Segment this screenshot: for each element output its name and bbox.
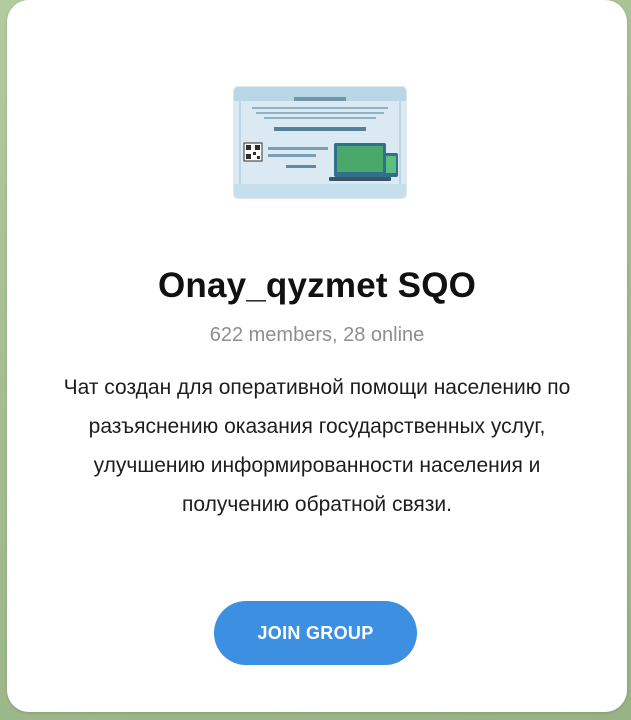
group-preview-card: Onay_qyzmet SQO 622 members, 28 online Ч… — [7, 0, 627, 712]
group-avatar — [234, 87, 406, 198]
join-group-button[interactable]: JOIN GROUP — [214, 601, 417, 665]
group-description: Чат создан для оперативной помощи населе… — [63, 376, 571, 516]
member-count: 622 members, 28 online — [209, 324, 425, 346]
group-title: Onay_qyzmet SQO — [157, 266, 477, 305]
